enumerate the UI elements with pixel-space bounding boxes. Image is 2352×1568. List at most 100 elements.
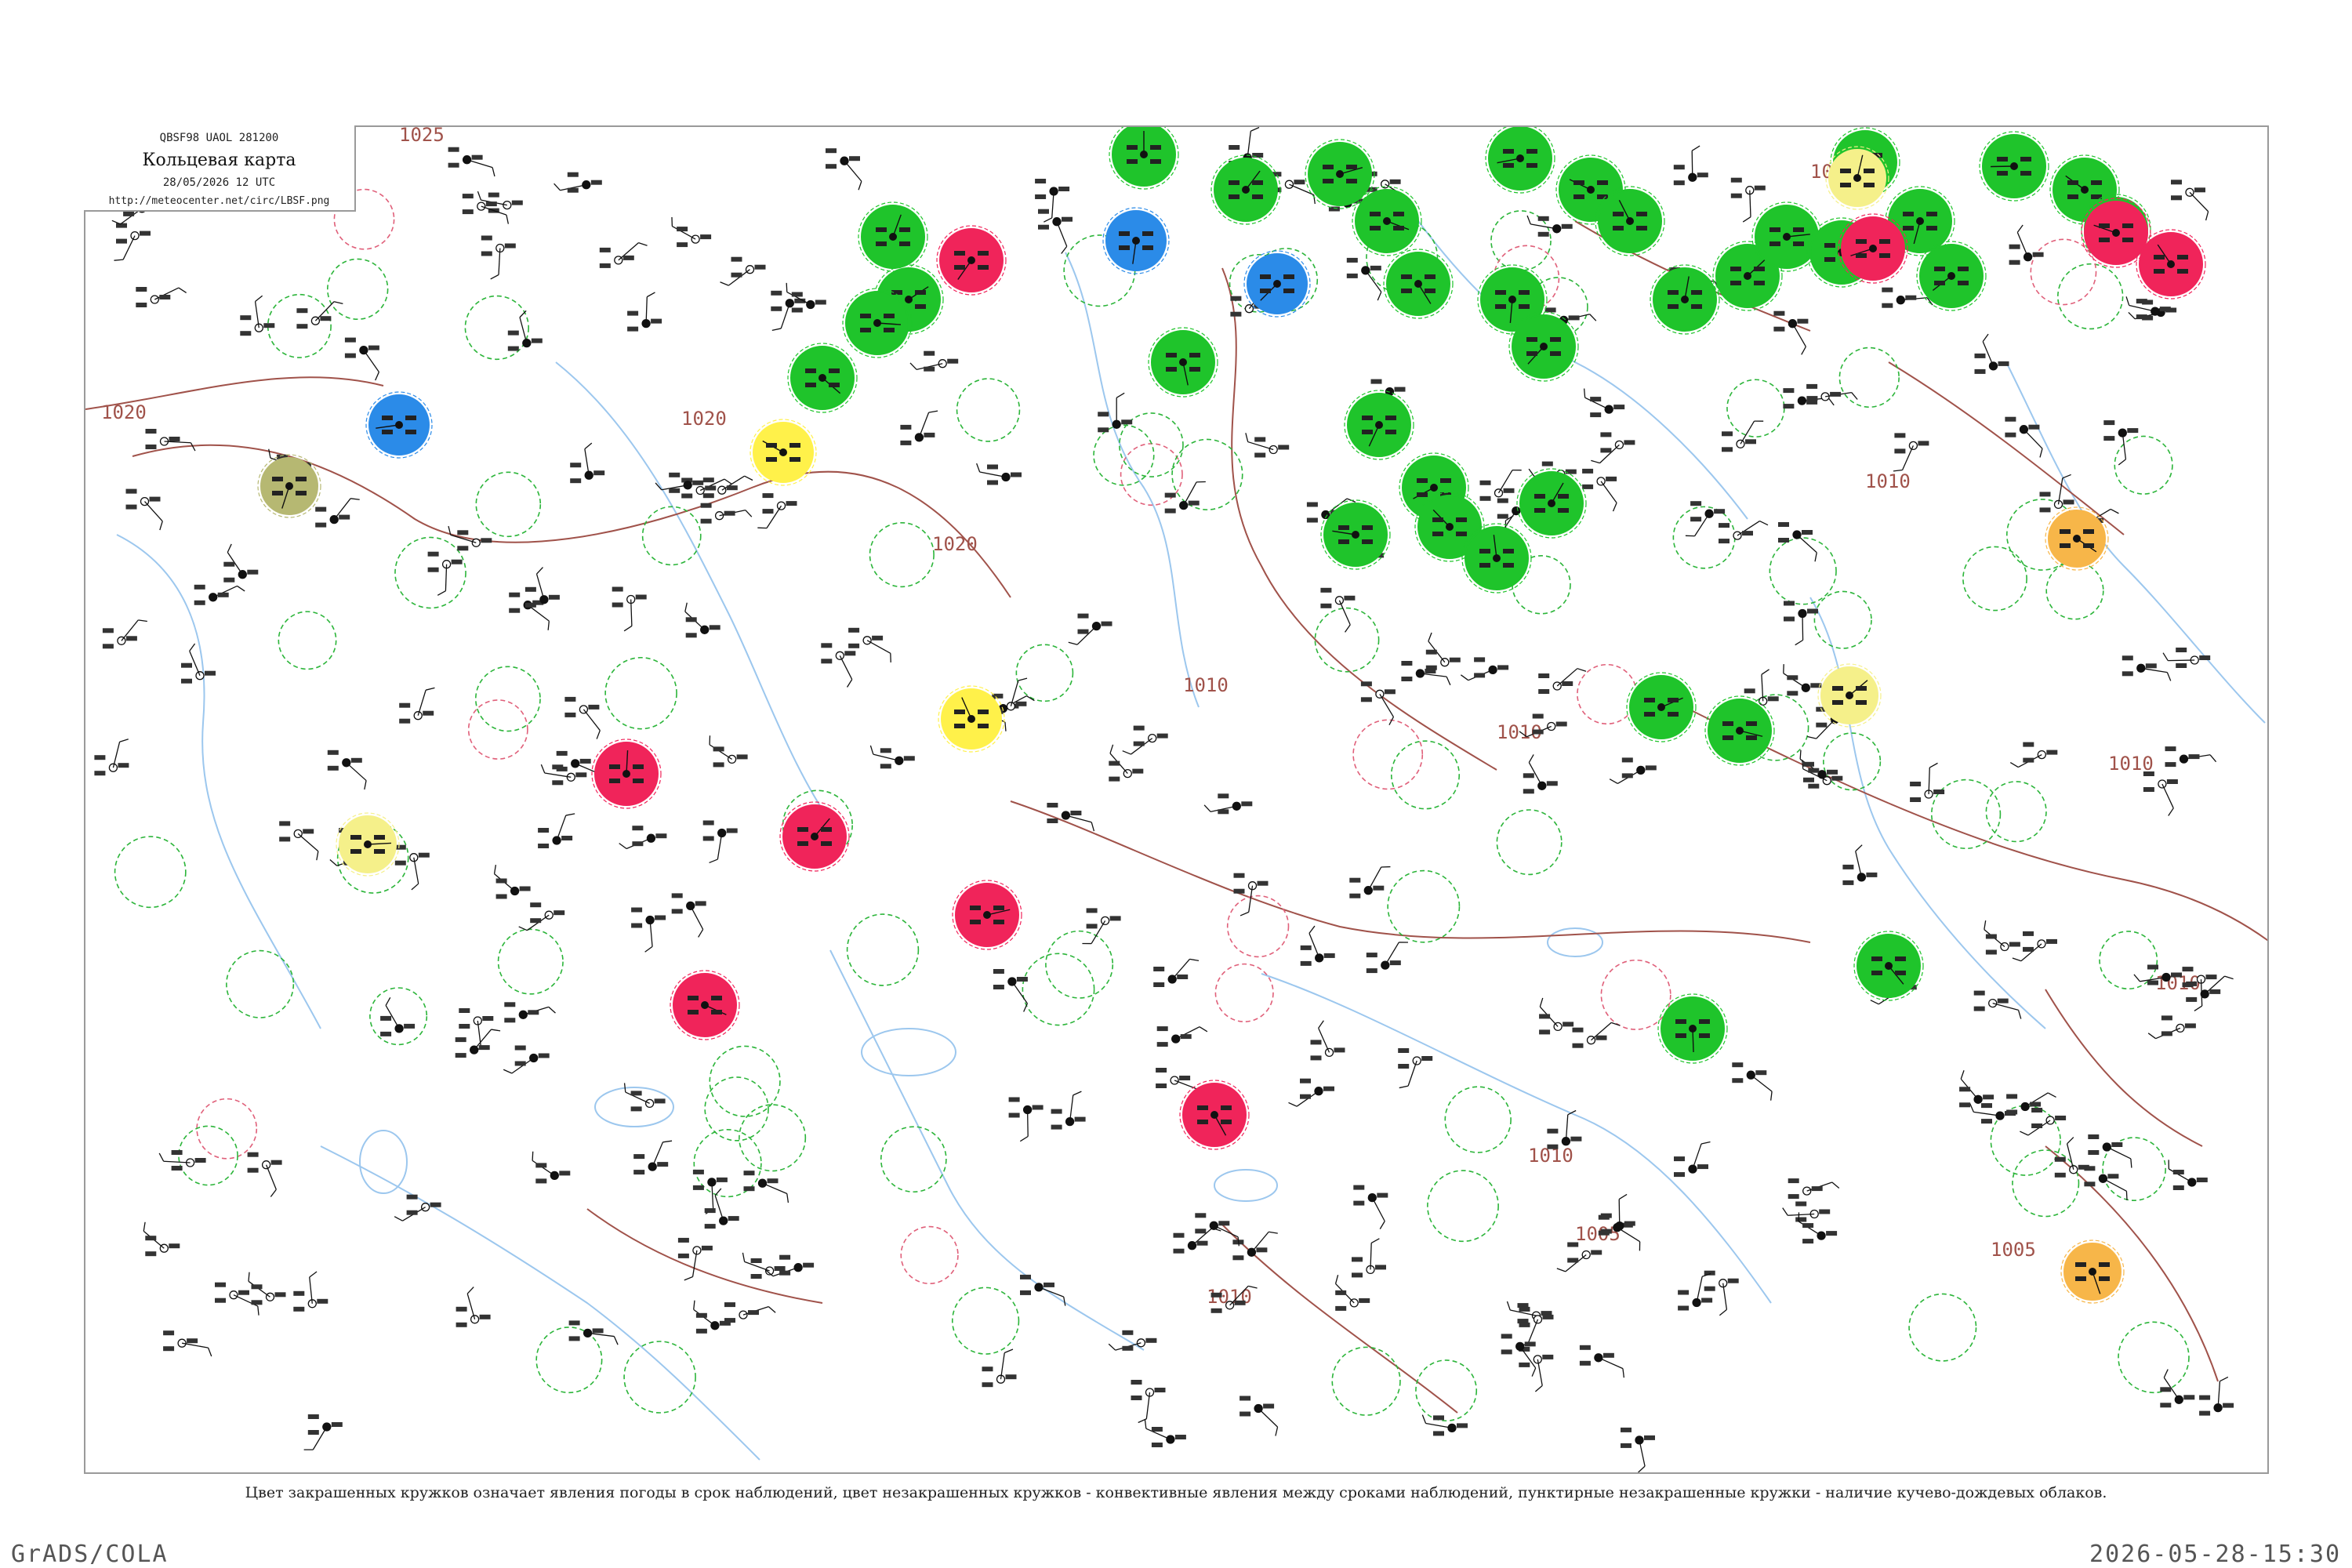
station-value-mark xyxy=(982,1382,993,1388)
map-title: Кольцевая карта xyxy=(142,151,296,170)
station-value-mark xyxy=(1051,1109,1062,1114)
station-value-mark xyxy=(1173,1232,1185,1238)
station-value-mark xyxy=(1398,1048,1410,1053)
weather-circle-green xyxy=(1461,523,1532,593)
station-value-mark xyxy=(2182,982,2194,988)
wind-barb xyxy=(2020,943,2042,962)
wind-feather xyxy=(2166,672,2172,681)
station-value-mark xyxy=(671,909,683,914)
station-value-mark xyxy=(1600,448,1612,453)
station-value-mark xyxy=(848,643,860,648)
station-value-mark xyxy=(514,1045,526,1051)
weather-circle-green xyxy=(842,288,913,358)
station-value-mark xyxy=(704,1208,716,1214)
station-value-mark xyxy=(1359,1298,1370,1303)
station-circle xyxy=(2023,252,2033,262)
wind-feather xyxy=(394,1216,403,1221)
cb-ring xyxy=(196,1098,258,1160)
wind-feather xyxy=(1240,911,1250,916)
station-value-mark xyxy=(2020,157,2031,162)
cb-ring xyxy=(464,295,529,361)
station-value-mark xyxy=(767,1178,779,1184)
wind-feather xyxy=(1851,392,1858,400)
station-value-mark xyxy=(1260,274,1271,279)
wind-feather xyxy=(1583,388,1586,398)
map-canvas: 10251020 10201020101010101010101010051005… xyxy=(85,127,2267,1472)
station-value-mark xyxy=(552,764,564,770)
station-value-mark xyxy=(1539,1029,1551,1035)
wind-feather xyxy=(1691,145,1700,151)
weather-circle-green xyxy=(1344,390,1414,460)
station-value-mark xyxy=(2111,1142,2123,1147)
wind-barb xyxy=(2057,477,2063,505)
station-value-mark xyxy=(481,235,492,241)
wind-barb xyxy=(1131,738,1153,755)
station-plot xyxy=(909,350,959,372)
wind-feather xyxy=(190,442,196,452)
station-value-mark xyxy=(1229,180,1240,185)
station-value-mark xyxy=(1362,539,1373,544)
station-plot xyxy=(1730,177,1766,223)
station-value-mark xyxy=(263,323,275,328)
station-value-mark xyxy=(1098,427,1109,433)
station-plot xyxy=(1732,1062,1773,1101)
station-value-mark xyxy=(630,1091,642,1096)
station-value-mark xyxy=(1449,657,1461,662)
station-value-mark xyxy=(238,1290,249,1295)
station-circle xyxy=(646,833,656,843)
station-value-mark xyxy=(1417,492,1428,497)
station-value-mark xyxy=(633,764,644,769)
wind-feather xyxy=(490,274,499,280)
wind-feather xyxy=(1116,392,1125,398)
river-7 xyxy=(1417,220,1748,520)
station-value-mark xyxy=(270,1160,282,1165)
station-value-mark xyxy=(771,306,782,311)
station-value-mark xyxy=(315,506,327,512)
station-value-mark xyxy=(1894,433,1906,438)
station-value-mark xyxy=(462,194,474,199)
station-value-mark xyxy=(1842,864,1854,869)
station-value-mark xyxy=(748,1310,759,1316)
station-value-mark xyxy=(1542,1314,1554,1319)
station-value-mark xyxy=(1519,304,1530,309)
wind-feather xyxy=(1308,925,1316,934)
station-value-mark xyxy=(2028,424,2040,430)
weather-circle-yellow xyxy=(750,419,817,486)
wind-feather xyxy=(709,858,718,864)
wind-feather xyxy=(2205,211,2209,221)
station-value-mark xyxy=(181,662,192,668)
station-value-mark xyxy=(145,1236,157,1241)
station-value-mark xyxy=(1032,1105,1044,1110)
station-plot xyxy=(1240,1396,1279,1436)
station-value-mark xyxy=(2171,180,2182,185)
wind-barb xyxy=(1599,444,1620,464)
station-plot xyxy=(976,463,1022,485)
station-value-mark xyxy=(1233,888,1245,894)
station-value-mark xyxy=(1479,549,1490,554)
station-value-mark xyxy=(1613,405,1625,410)
weather-circle-green xyxy=(1109,127,1179,190)
station-plot xyxy=(724,1302,776,1323)
station-value-mark xyxy=(1573,194,1584,199)
wind-feather xyxy=(2118,459,2126,466)
station-value-mark xyxy=(2199,1395,2211,1400)
station-value-mark xyxy=(1524,1341,1536,1347)
station-value-mark xyxy=(1754,267,1765,271)
station-plot xyxy=(136,287,187,307)
station-value-mark xyxy=(1131,1380,1142,1385)
station-plot xyxy=(684,602,720,638)
station-value-mark xyxy=(1918,441,1929,446)
weather-circle-blue xyxy=(1102,207,1170,274)
station-value-mark xyxy=(2166,779,2178,784)
station-value-mark xyxy=(1903,212,1914,216)
station-value-mark xyxy=(1856,253,1867,258)
station-value-mark xyxy=(1240,1396,1251,1401)
station-value-mark xyxy=(1086,924,1098,929)
station-plot xyxy=(1704,1270,1739,1316)
station-value-mark xyxy=(1179,1076,1191,1080)
wind-barb xyxy=(1338,600,1351,626)
station-value-mark xyxy=(1150,159,1161,164)
weather-circle-olive xyxy=(257,454,321,518)
wind-feather xyxy=(207,1347,212,1357)
station-value-mark xyxy=(406,1210,418,1215)
